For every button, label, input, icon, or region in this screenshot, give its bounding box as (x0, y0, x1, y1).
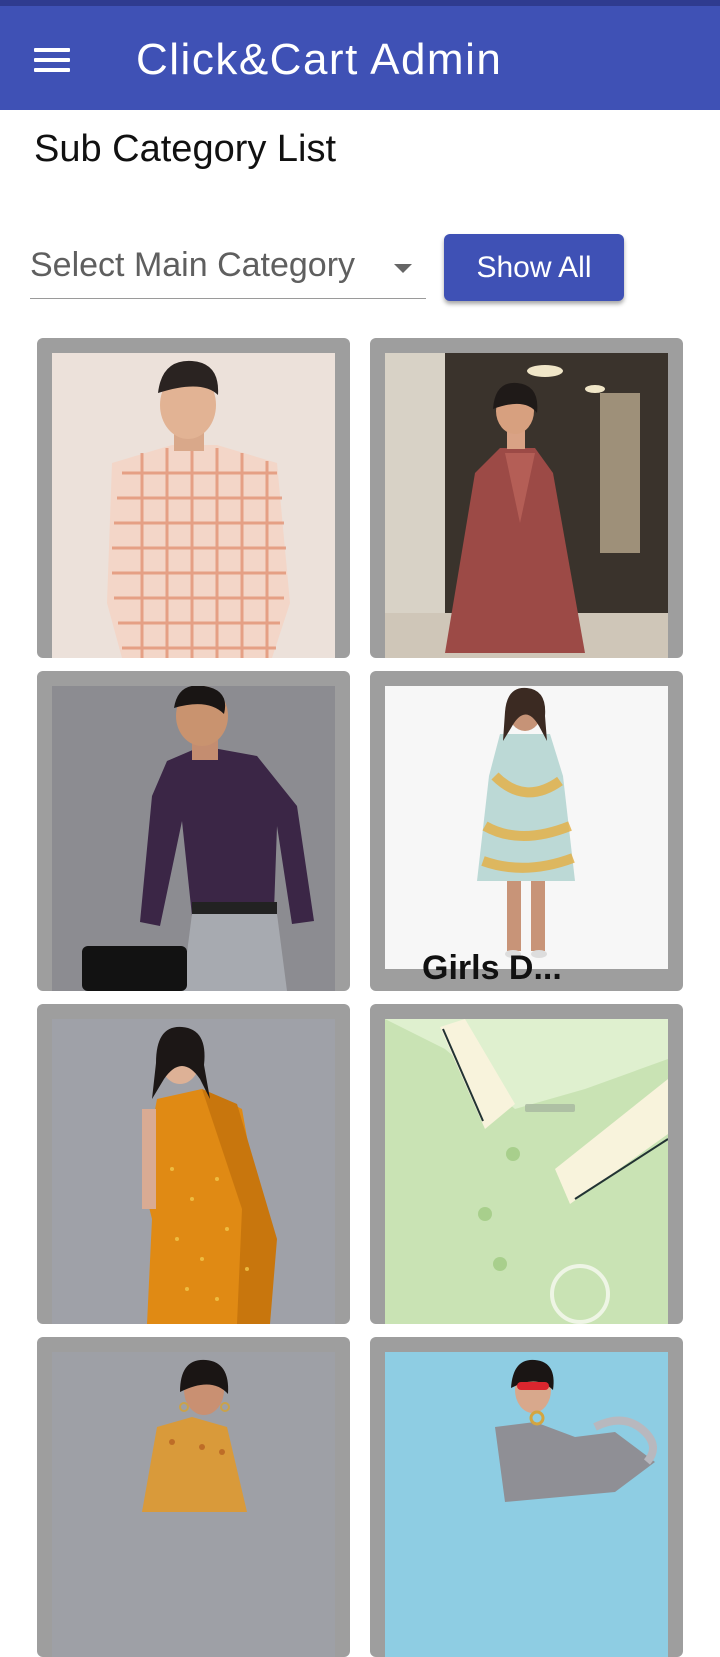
subcategory-name: Girls D... (422, 949, 562, 987)
subcategory-image (385, 1019, 668, 1324)
menu-icon[interactable] (34, 48, 70, 74)
subcategory-image (385, 686, 668, 969)
page-title: Sub Category List (34, 128, 337, 170)
subcategory-card[interactable]: Girls D... (370, 671, 683, 991)
app-bar: Click&Cart Admin (0, 6, 720, 110)
subcategory-image (385, 1352, 668, 1657)
subcategory-image (52, 1019, 335, 1324)
subcategory-card[interactable] (37, 671, 350, 991)
subcategory-card[interactable] (37, 1337, 350, 1657)
subcategory-image (385, 353, 668, 658)
select-placeholder: Select Main Category (30, 246, 356, 284)
main-category-select[interactable]: Select Main Category (30, 240, 426, 299)
subcategory-card[interactable] (37, 1004, 350, 1324)
subcategory-card[interactable] (370, 1337, 683, 1657)
subcategory-card[interactable] (370, 1004, 683, 1324)
subcategory-card[interactable] (370, 338, 683, 658)
subcategory-image (52, 353, 335, 658)
subcategory-image (52, 1352, 335, 1657)
caret-down-icon (394, 264, 412, 273)
app-title: Click&Cart Admin (136, 35, 503, 84)
subcategory-card[interactable] (37, 338, 350, 658)
subcategory-image (52, 686, 335, 991)
show-all-button[interactable]: Show All (444, 234, 624, 301)
